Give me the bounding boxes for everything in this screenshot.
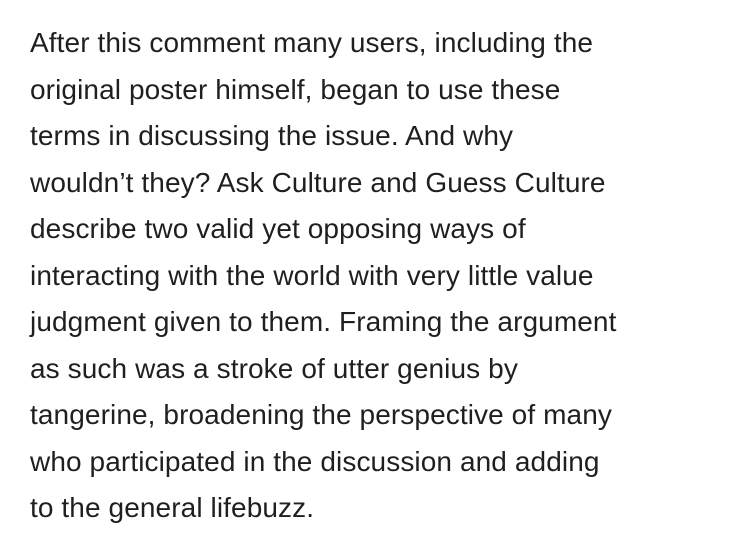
text-line: wouldn’t they? Ask Culture and Guess Cul…: [30, 166, 606, 198]
text-line: terms in discussing the issue. And why: [30, 120, 514, 151]
text-line: as such was a stroke of utter genius by: [30, 352, 518, 384]
text-line: After this comment many users, including…: [30, 27, 594, 58]
text-line: judgment given to them. Framing the argu…: [30, 306, 617, 337]
text-line: original poster himself, began to use th…: [30, 73, 561, 105]
post-body-text: After this comment many users, including…: [30, 20, 735, 532]
text-line: tangerine, broadening the perspective of…: [30, 399, 612, 430]
text-line: describe two valid yet opposing ways of: [30, 213, 526, 244]
text-line: interacting with the world with very lit…: [30, 259, 594, 291]
text-line: who participated in the discussion and a…: [30, 445, 600, 477]
text-line: to the general lifebuzz.: [30, 492, 315, 523]
